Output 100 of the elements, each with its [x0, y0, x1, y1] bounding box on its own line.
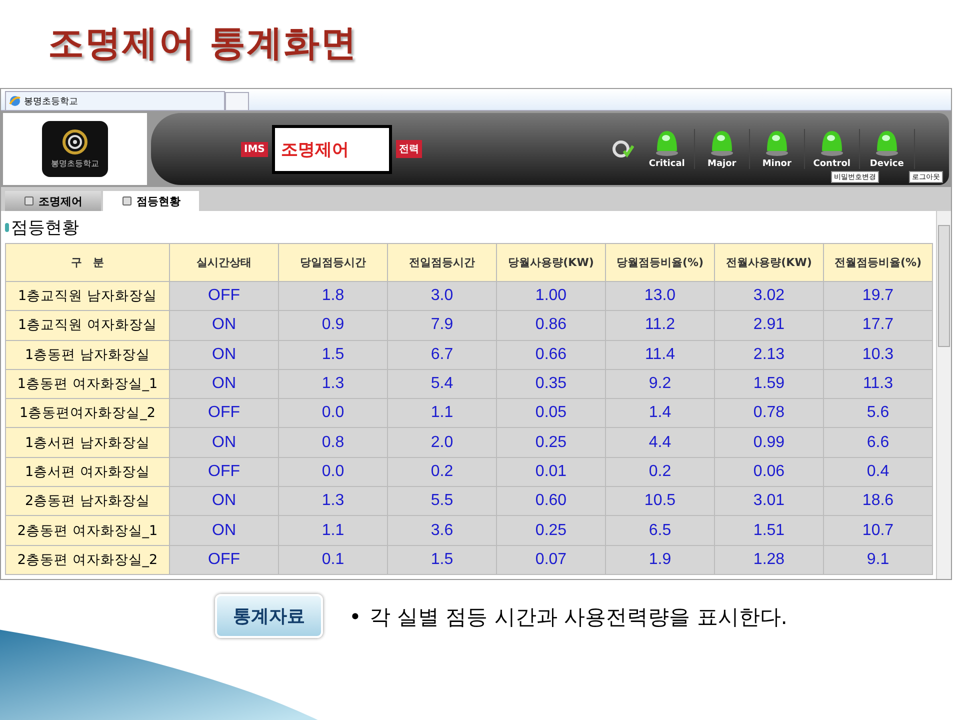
- table-cell: 0.05: [496, 398, 606, 428]
- table-cell: 6.6: [824, 428, 932, 458]
- table-cell: 5.4: [388, 369, 496, 399]
- table-cell: 2.0: [388, 428, 496, 458]
- slide-title: 조명제어 통계화면: [48, 22, 358, 66]
- table-cell: 2층동편 여자화장실_1: [6, 516, 170, 546]
- table-cell: 19.7: [824, 282, 932, 311]
- menu-item[interactable]: 전력: [396, 140, 422, 158]
- table-cell: 3.0: [388, 282, 496, 311]
- table-cell: 0.9: [278, 310, 388, 340]
- column-header: 당월점등비율(%): [606, 244, 714, 282]
- new-tab-button[interactable]: [225, 92, 249, 110]
- table-cell: 0.8: [278, 428, 388, 458]
- table-cell: 1.28: [714, 545, 824, 574]
- status-light-icon: [654, 129, 679, 157]
- tab-icon: [122, 196, 132, 206]
- logo-text: 봉명초등학교: [51, 158, 99, 169]
- table-cell: ON: [170, 428, 278, 458]
- table-cell: 0.0: [278, 398, 388, 428]
- table-cell: 7.9: [388, 310, 496, 340]
- status-light-icon: [710, 129, 734, 157]
- table-cell: 0.78: [714, 398, 824, 428]
- table-cell: OFF: [170, 457, 278, 487]
- table-cell: 6.7: [388, 340, 496, 370]
- table-cell: 9.2: [606, 369, 714, 399]
- table-cell: 1.00: [496, 282, 606, 311]
- table-cell: 1층동편여자화장실_2: [6, 398, 170, 428]
- table-cell: 11.3: [824, 369, 932, 399]
- table-cell: 0.06: [714, 457, 824, 487]
- table-cell: 10.3: [824, 340, 932, 370]
- table-cell: 1.3: [278, 369, 388, 399]
- alarm-label: Minor: [762, 159, 792, 169]
- table-cell: 0.1: [278, 545, 388, 574]
- alarm-label: Major: [708, 159, 736, 169]
- table-cell: 1.3: [278, 486, 388, 516]
- statistics-button[interactable]: 통계자료: [215, 594, 323, 638]
- browser-tab[interactable]: 봉명초등학교: [5, 91, 225, 110]
- table-cell: 1.9: [606, 545, 714, 574]
- refresh-icon[interactable]: [612, 140, 634, 158]
- table-cell: 1.1: [278, 516, 388, 546]
- section-title: 점등현황: [11, 216, 79, 238]
- column-header: 전월점등비율(%): [824, 244, 932, 282]
- table-cell: 1.5: [388, 545, 496, 574]
- table-cell: ON: [170, 486, 278, 516]
- column-header: 당일점등시간: [278, 244, 388, 282]
- table-cell: 3.01: [714, 486, 824, 516]
- table-cell: 0.35: [496, 369, 606, 399]
- table-cell: 1층교직원 여자화장실: [6, 310, 170, 340]
- table-cell: 3.02: [714, 282, 824, 311]
- table-cell: 1.51: [714, 516, 824, 546]
- alarm-label: Critical: [648, 159, 685, 169]
- status-light-icon: [764, 129, 789, 157]
- column-header: 전월사용량(KW): [714, 244, 824, 282]
- table-cell: OFF: [170, 545, 278, 574]
- table-cell: 0.07: [496, 545, 606, 574]
- menu-item[interactable]: IMS: [241, 142, 268, 156]
- table-cell: 13.0: [606, 282, 714, 311]
- table-cell: 1층동편 여자화장실_1: [6, 369, 170, 399]
- table-cell: 0.25: [496, 516, 606, 546]
- status-light-icon: [820, 129, 844, 157]
- table-cell: 0.0: [278, 457, 388, 487]
- table-cell: 2.13: [714, 340, 824, 370]
- scrollbar[interactable]: [936, 211, 951, 579]
- alarm-label: Control: [813, 159, 850, 169]
- column-header: 전일점등시간: [388, 244, 496, 282]
- table-cell: 5.6: [824, 398, 932, 428]
- table-cell: ON: [170, 516, 278, 546]
- table-cell: 6.5: [606, 516, 714, 546]
- table-cell: ON: [170, 310, 278, 340]
- table-cell: 1층서편 여자화장실: [6, 457, 170, 487]
- table-cell: 11.4: [606, 340, 714, 370]
- emblem-icon: [62, 129, 88, 155]
- tab[interactable]: 조명제어: [5, 191, 101, 211]
- menu-item[interactable]: 조명제어: [272, 124, 392, 174]
- table-cell: 1층동편 남자화장실: [6, 340, 170, 370]
- table-cell: 0.01: [496, 457, 606, 487]
- table-cell: 0.60: [496, 486, 606, 516]
- table-cell: 9.1: [824, 545, 932, 574]
- table-cell: 0.25: [496, 428, 606, 458]
- table-cell: 2층동편 여자화장실_2: [6, 545, 170, 574]
- column-header: 실시간상태: [170, 244, 278, 282]
- table-cell: 1.59: [714, 369, 824, 399]
- table-cell: 17.7: [824, 310, 932, 340]
- table-cell: 10.5: [606, 486, 714, 516]
- table-cell: 0.99: [714, 428, 824, 458]
- status-light-icon: [874, 129, 899, 157]
- table-cell: 1층교직원 남자화장실: [6, 282, 170, 311]
- table-cell: 0.4: [824, 457, 932, 487]
- table-cell: 1.8: [278, 282, 388, 311]
- table-cell: 18.6: [824, 486, 932, 516]
- tab-icon: [24, 196, 34, 206]
- table-cell: 1층서편 남자화장실: [6, 428, 170, 458]
- table-cell: ON: [170, 369, 278, 399]
- table-cell: 0.2: [606, 457, 714, 487]
- column-header: 구 분: [6, 244, 170, 282]
- section-marker-icon: [5, 222, 9, 232]
- alarm-label: Device: [870, 159, 904, 169]
- bullet: •: [349, 604, 362, 631]
- column-header: 당월사용량(KW): [496, 244, 606, 282]
- tab[interactable]: 점등현황: [103, 191, 199, 211]
